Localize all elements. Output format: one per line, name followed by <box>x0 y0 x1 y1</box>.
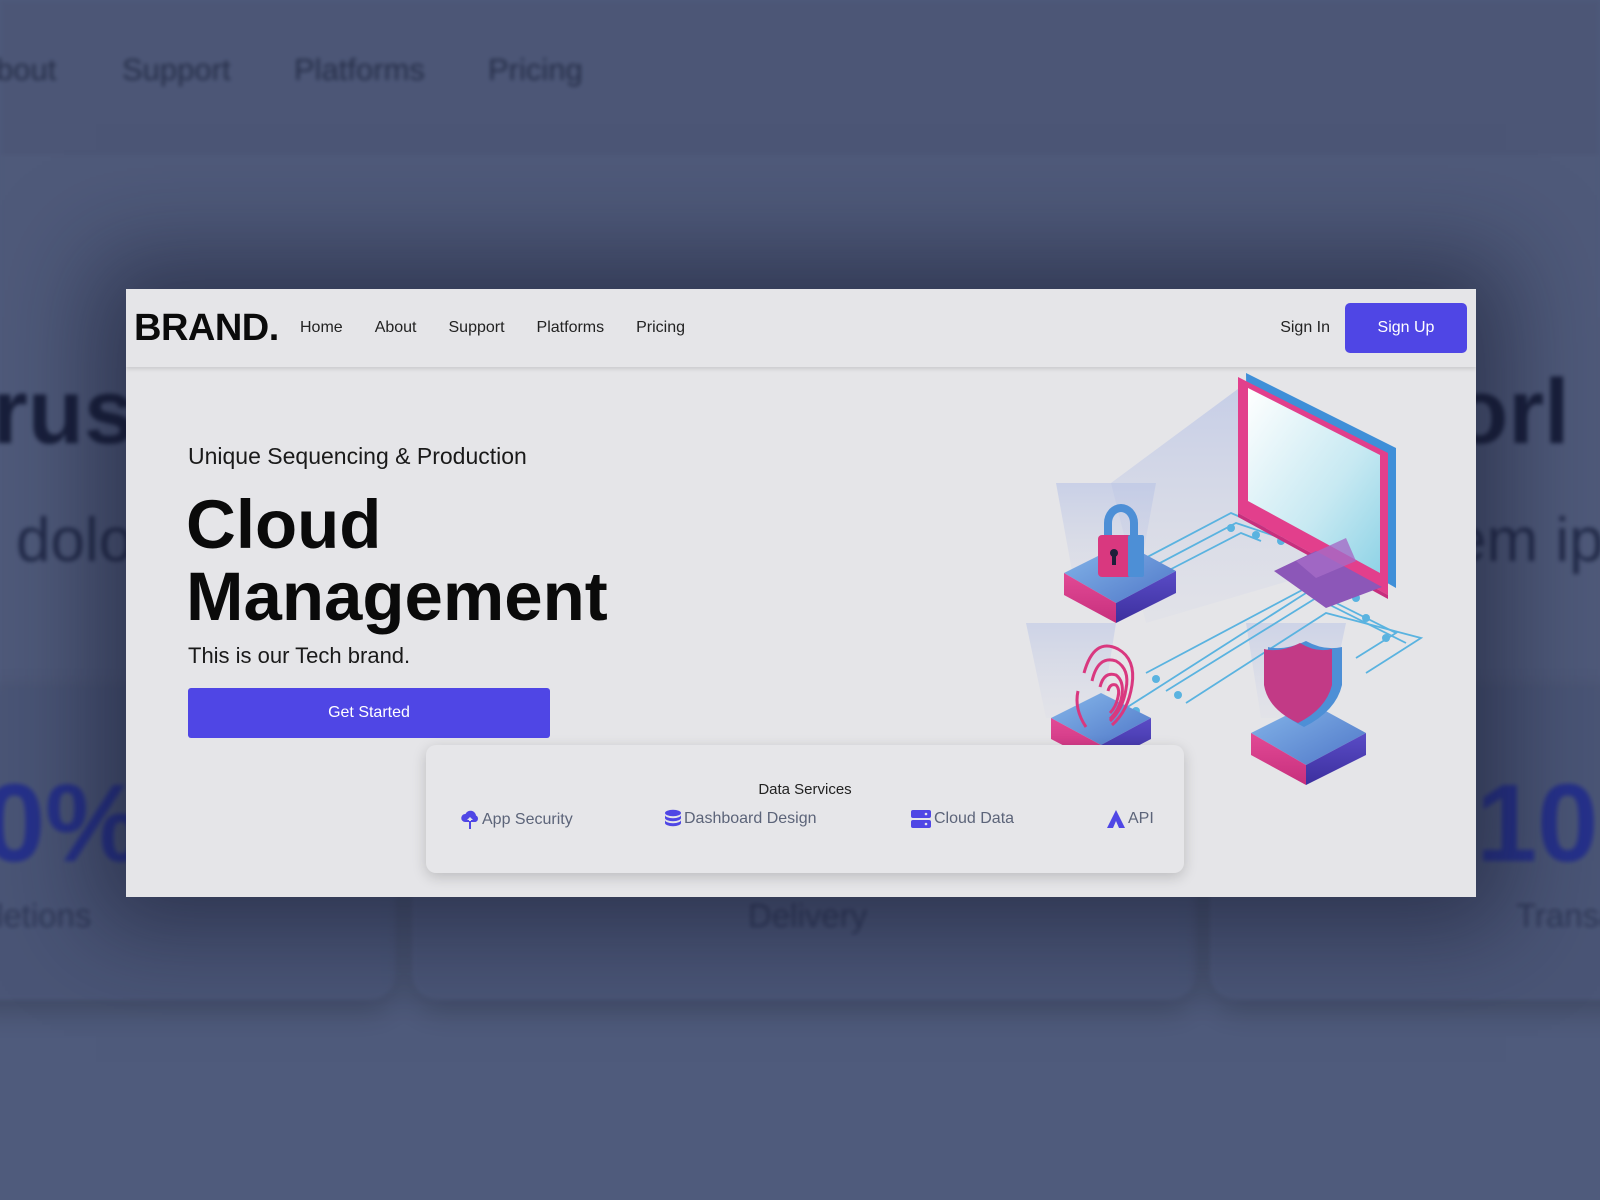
data-services-card: Data Services App Security Dashboard Des… <box>426 745 1184 873</box>
background-nav-item: Support <box>122 52 231 87</box>
background-nav-item: bout <box>0 52 57 87</box>
sign-in-link[interactable]: Sign In <box>1280 319 1330 337</box>
nav-link-home[interactable]: Home <box>300 319 343 337</box>
hero-title-line: Cloud <box>186 486 382 563</box>
background-stat-label: Transa <box>1516 897 1600 934</box>
server-icon <box>911 810 931 828</box>
background-headline: rus <box>0 361 136 463</box>
cloud-upload-icon <box>461 810 478 829</box>
service-app-security[interactable]: App Security <box>460 809 573 831</box>
background-nav-item: Pricing <box>488 52 583 87</box>
nav-link-support[interactable]: Support <box>449 319 505 337</box>
background-header <box>0 0 1600 155</box>
background-stat-label: Delivery <box>748 897 868 934</box>
service-label: App Security <box>482 811 573 828</box>
hero-title: Cloud Management <box>186 489 746 633</box>
service-label: Cloud Data <box>934 810 1015 827</box>
service-label: API <box>1128 810 1154 827</box>
services-title: Data Services <box>758 781 852 798</box>
hero-title-line: Management <box>186 558 608 635</box>
landing-page-window: BRAND. Home About Support Platforms Pric… <box>126 289 1476 897</box>
navbar: BRAND. Home About Support Platforms Pric… <box>126 289 1476 367</box>
hero-eyebrow: Unique Sequencing & Production <box>188 443 527 469</box>
background-stat-value: 0% <box>0 762 143 885</box>
nav-link-pricing[interactable]: Pricing <box>636 319 685 337</box>
nav-link-platforms[interactable]: Platforms <box>537 319 605 337</box>
nav-link-about[interactable]: About <box>375 319 417 337</box>
get-started-button[interactable]: Get Started <box>188 688 550 738</box>
background-nav-item: Platforms <box>294 52 425 87</box>
brand-logo[interactable]: BRAND. <box>134 307 279 350</box>
database-icon <box>665 809 681 827</box>
service-dashboard-design[interactable]: Dashboard Design <box>664 809 817 829</box>
service-label: Dashboard Design <box>684 810 817 827</box>
service-cloud-data[interactable]: Cloud Data <box>910 809 1014 829</box>
background-subtext: dolo <box>16 506 134 575</box>
sign-up-button[interactable]: Sign Up <box>1345 303 1467 353</box>
triangle-logo-icon <box>1107 810 1125 828</box>
service-api[interactable]: API <box>1106 809 1154 829</box>
nav-links: Home About Support Platforms Pricing <box>300 319 717 337</box>
background-stat-value: 10 <box>1476 762 1599 885</box>
hero-description: This is our Tech brand. <box>188 643 411 668</box>
background-stat-label: letions <box>0 897 92 934</box>
